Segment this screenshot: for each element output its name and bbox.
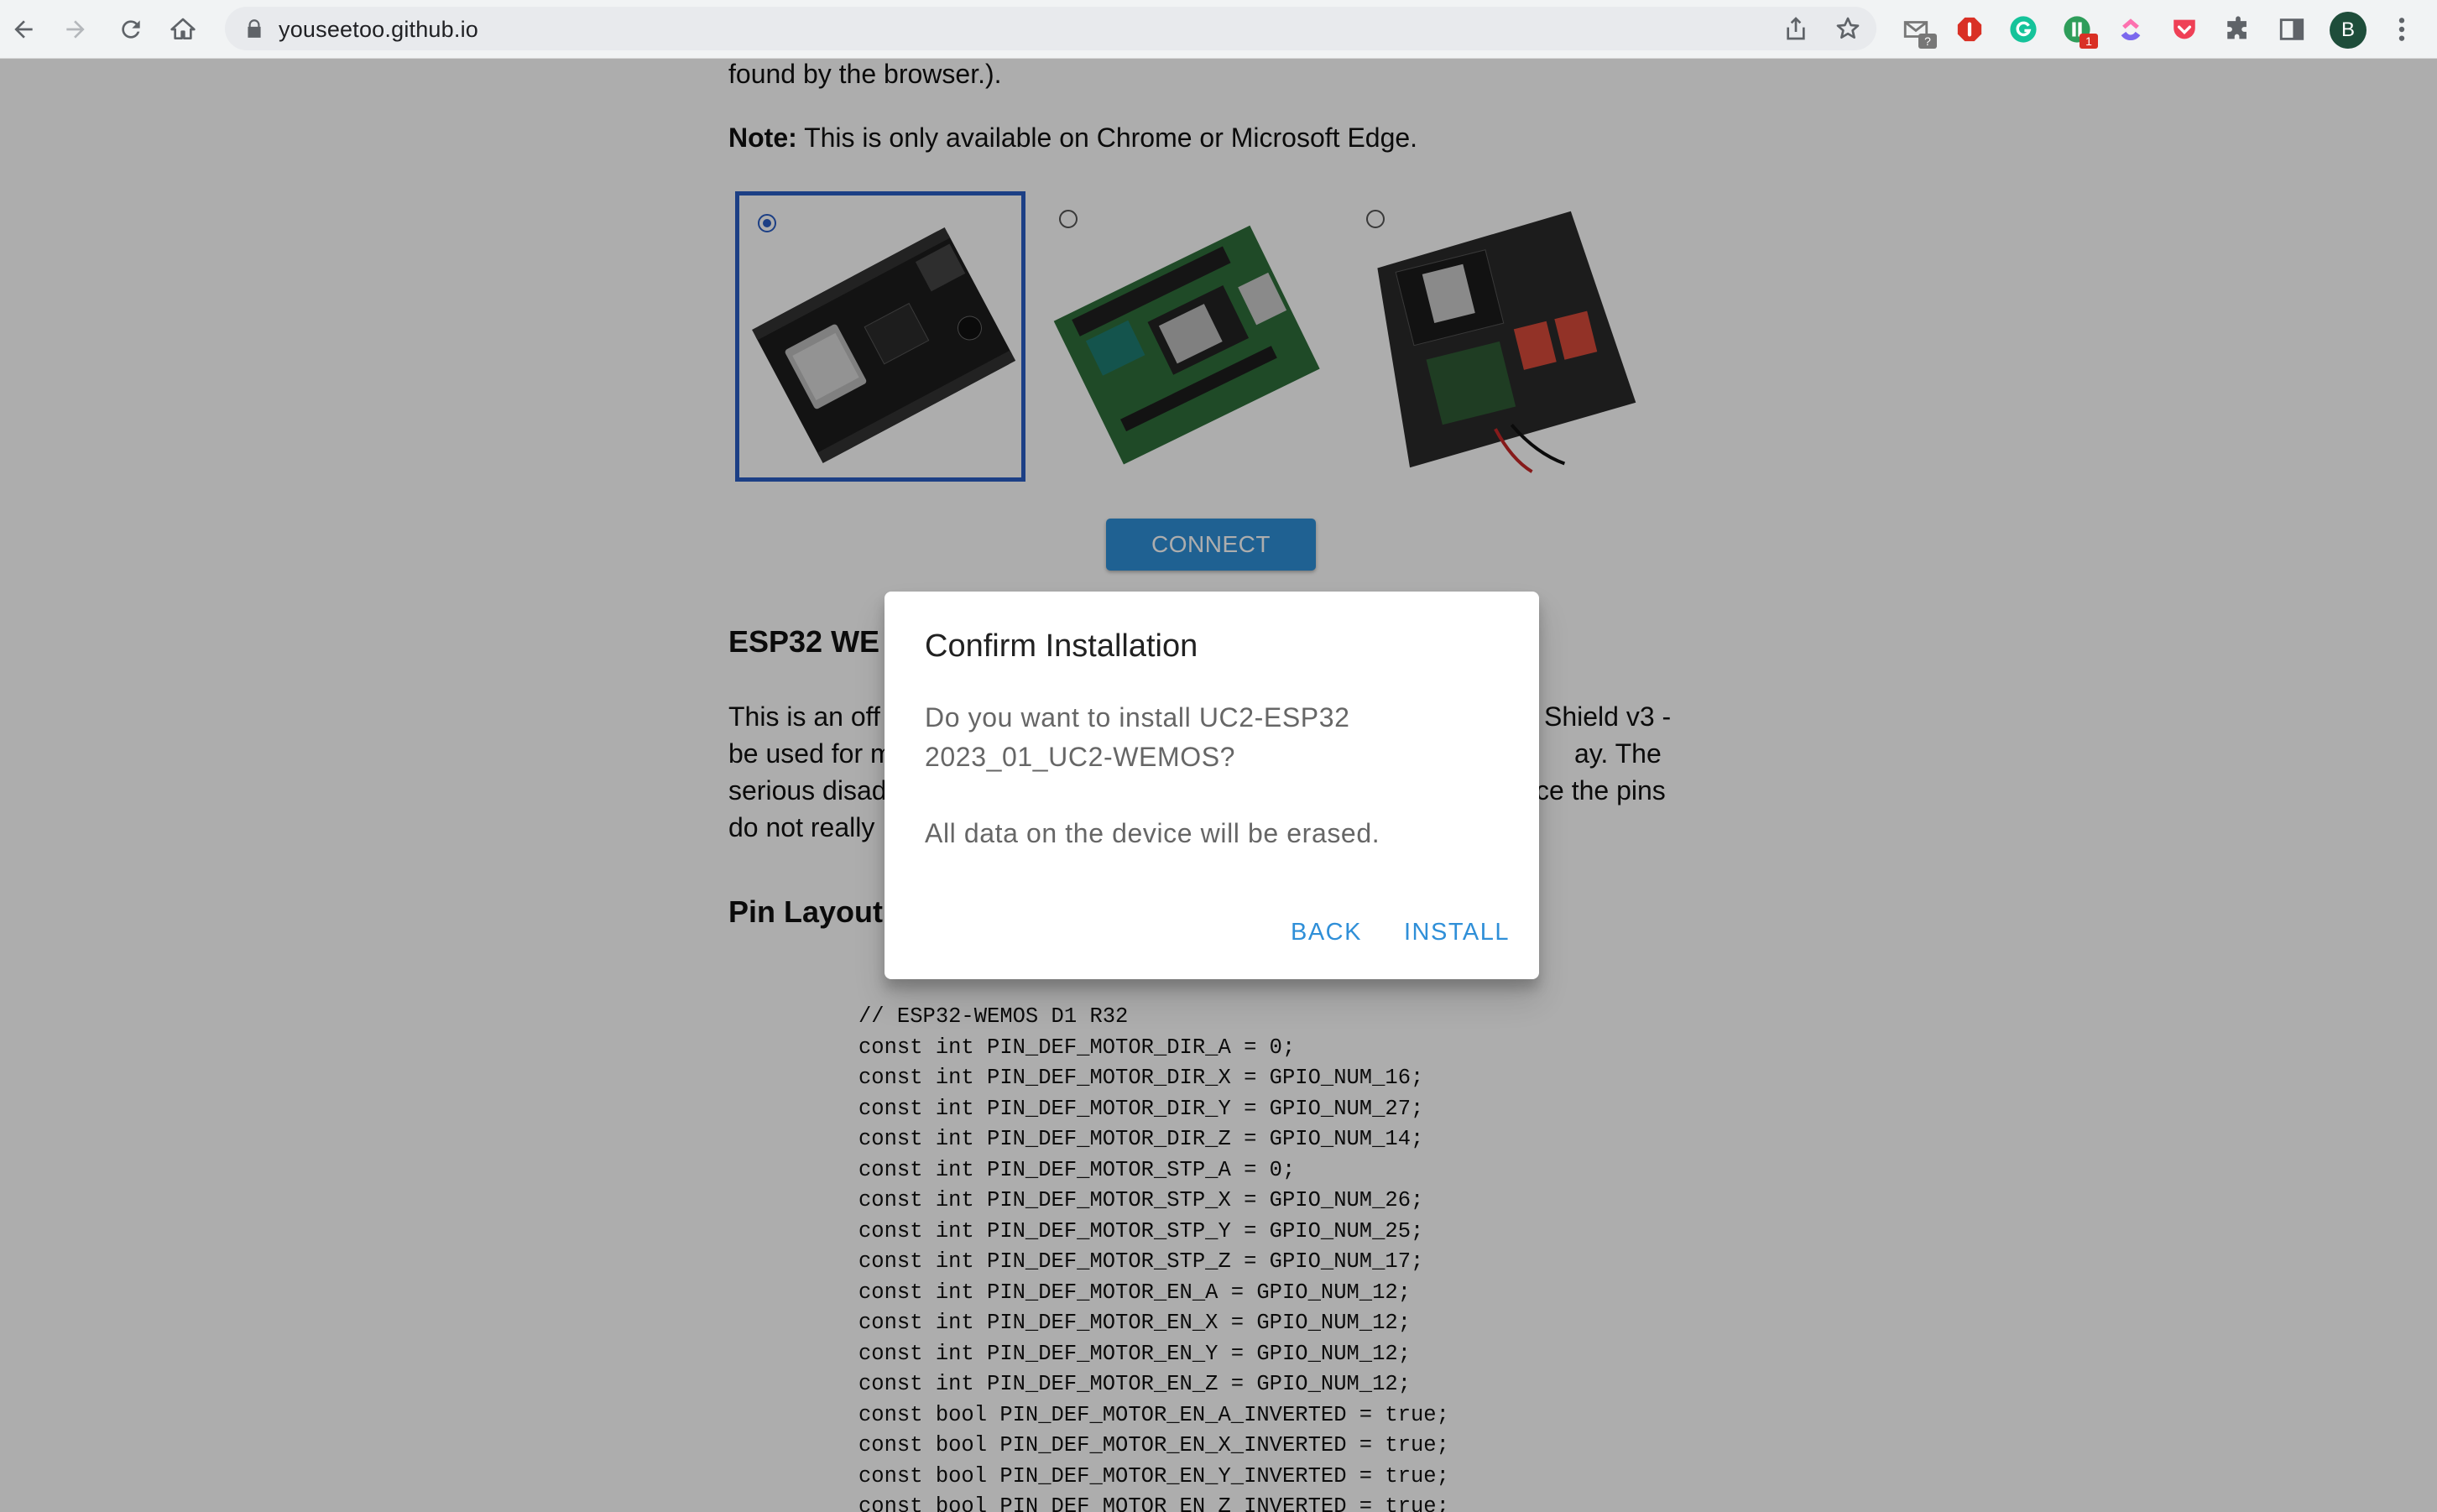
bookmark-star-icon[interactable] [1834,15,1861,42]
clickup-icon[interactable] [2115,13,2147,45]
dialog-message: Do you want to install UC2-ESP32 2023_01… [925,702,1350,772]
address-bar[interactable]: youseetoo.github.io [225,7,1876,50]
back-button[interactable]: BACK [1291,919,1362,946]
adblock-icon[interactable] [1954,13,1986,45]
dialog-title: Confirm Installation [925,628,1198,664]
forward-arrow-icon[interactable] [57,11,94,48]
reload-icon[interactable] [112,11,149,48]
browser-toolbar: youseetoo.github.io ? 1 B [0,0,2437,59]
grammarly-icon[interactable] [2007,13,2039,45]
lock-icon [248,19,261,38]
confirm-installation-dialog: Confirm Installation Do you want to inst… [885,592,1539,979]
more-menu-icon[interactable] [2388,13,2415,45]
url-text: youseetoo.github.io [279,17,478,42]
home-icon[interactable] [164,11,201,48]
share-icon[interactable] [1782,15,1809,42]
back-arrow-icon[interactable] [5,11,42,48]
gmail-extension-icon[interactable]: ? [1900,13,1937,49]
extensions-puzzle-icon[interactable] [2222,13,2254,45]
dialog-warning: All data on the device will be erased. [925,818,1380,848]
pocket-icon[interactable] [2168,13,2200,45]
profile-avatar[interactable]: B [2330,12,2367,49]
side-panel-icon[interactable] [2276,13,2308,45]
install-button[interactable]: INSTALL [1404,919,1510,946]
habit-tracker-icon[interactable]: 1 [2061,13,2098,49]
